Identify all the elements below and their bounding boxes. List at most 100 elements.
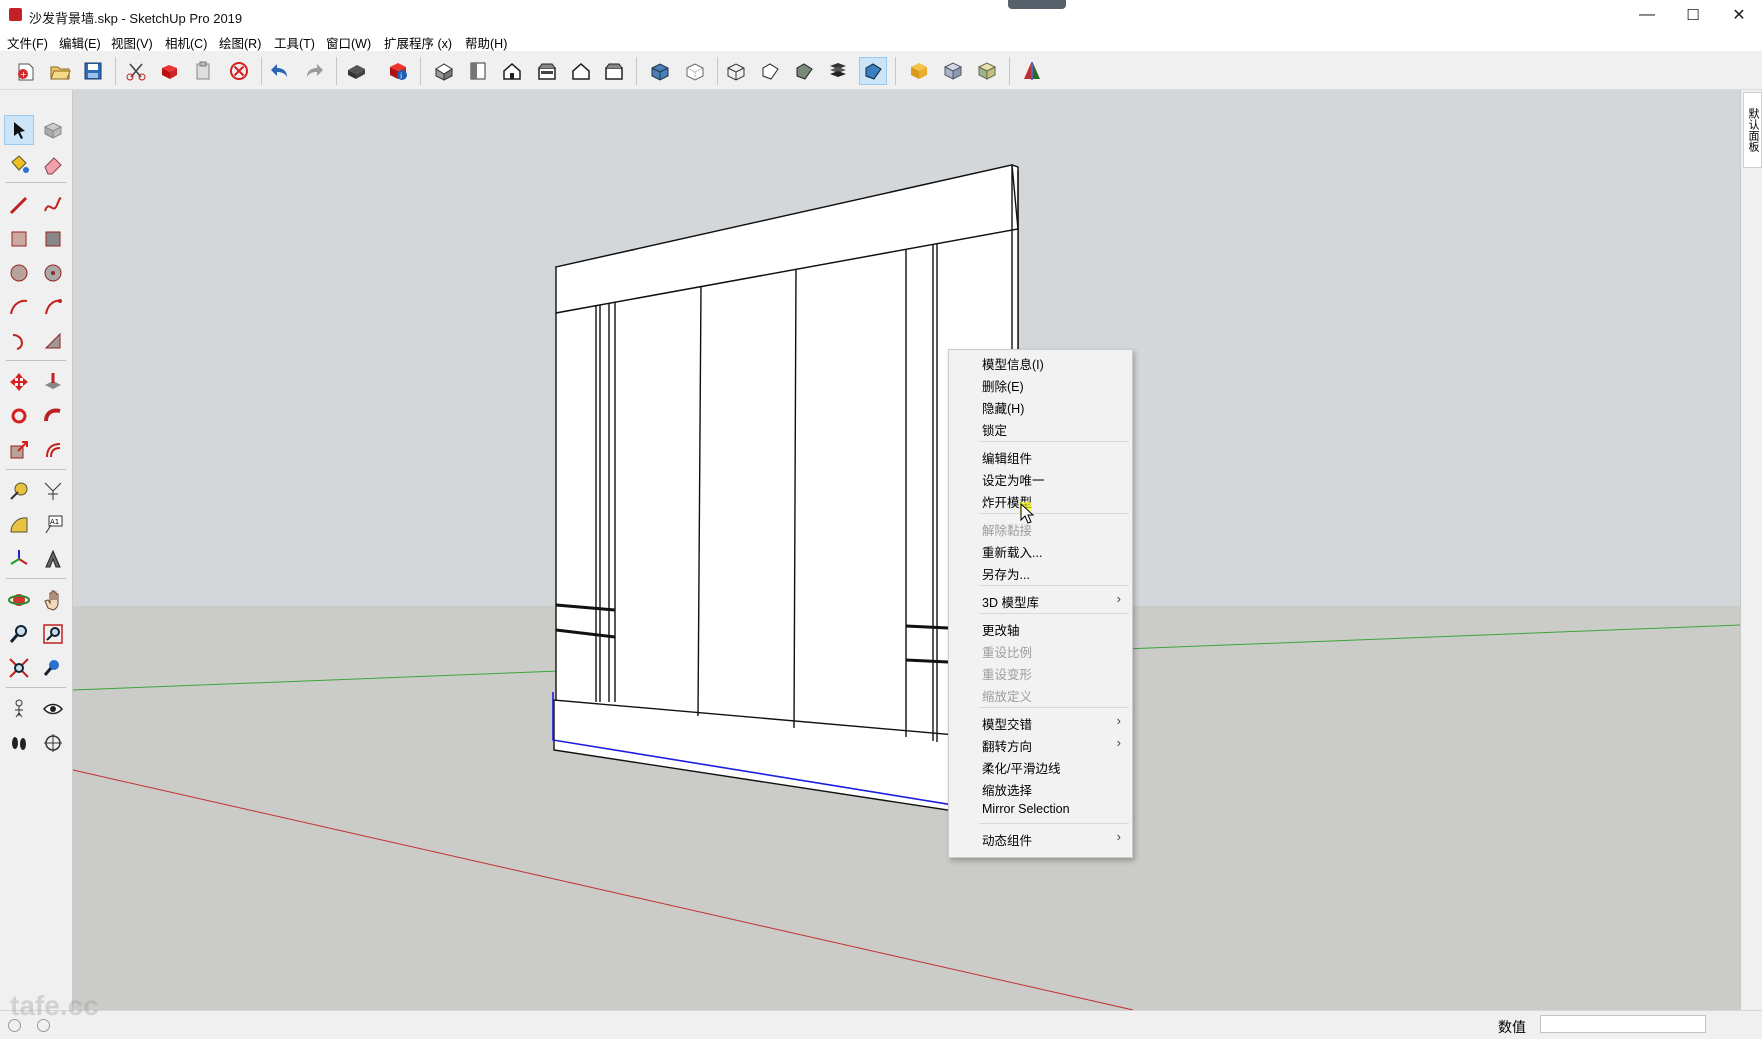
context-menu-item[interactable]: 缩放选择 [950,777,1131,798]
freehand-icon[interactable] [39,191,67,219]
context-menu-item[interactable]: 另存为... [950,561,1131,582]
component-icon[interactable] [39,116,67,144]
measurements-input[interactable] [1540,1015,1706,1033]
default-tray-tab[interactable]: 默认面板 [1743,92,1762,168]
context-menu-separator [979,707,1129,708]
protractor-icon[interactable] [5,511,33,539]
context-menu-item-label: 缩放选择 [982,784,1033,798]
polygon-icon[interactable] [39,259,67,287]
position-camera-icon[interactable] [5,695,33,723]
pan-icon[interactable] [39,586,67,614]
tape-measure-icon[interactable] [5,477,33,505]
shaded-icon[interactable] [791,58,817,84]
paint-bucket-icon[interactable] [5,150,33,178]
drawing-viewport[interactable] [73,90,1740,1010]
back-view-icon[interactable] [568,58,594,84]
dimension-icon[interactable] [39,477,67,505]
right-view-icon[interactable] [534,58,560,84]
maximize-button[interactable]: ☐ [1670,0,1716,30]
undo-icon[interactable] [267,58,293,84]
text-icon[interactable]: A1 [39,511,67,539]
zoom-icon[interactable] [5,620,33,648]
open-icon[interactable] [47,58,73,84]
menu-file[interactable]: 文件(F) [7,33,48,52]
pie-icon[interactable] [39,327,67,355]
wireframe-icon[interactable] [723,58,749,84]
zoom-extents-icon[interactable] [5,654,33,682]
context-menu-item[interactable]: 翻转方向 › [950,733,1131,754]
context-menu-item-label: 重新载入... [982,546,1043,560]
minimize-button[interactable]: — [1624,0,1670,30]
context-menu-item[interactable]: 模型信息(I) [950,351,1131,372]
line-icon[interactable] [5,191,33,219]
erase-icon[interactable] [226,58,252,84]
follow-me-icon[interactable] [39,402,67,430]
measurements-label: 数值 [1498,1019,1526,1035]
context-menu-item[interactable]: 动态组件 › [950,827,1131,848]
rotate-icon[interactable] [5,402,33,430]
select-icon[interactable] [4,115,34,145]
scale-icon[interactable] [5,436,33,464]
3d-text-icon[interactable] [39,545,67,573]
menu-window[interactable]: 窗口(W) [326,33,371,52]
context-menu-item[interactable]: 更改轴 [950,617,1131,638]
push-pull-icon[interactable] [39,368,67,396]
two-point-arc-icon[interactable] [39,293,67,321]
layout-icon[interactable] [974,58,1000,84]
circle-icon[interactable] [5,259,33,287]
new-icon[interactable]: + [13,58,39,84]
orbit-icon[interactable] [5,586,33,614]
menu-tools[interactable]: 工具(T) [274,33,315,52]
xray-icon[interactable] [647,58,673,84]
rectangle-icon[interactable] [5,225,33,253]
context-menu-item[interactable]: 删除(E) [950,373,1131,394]
top-view-icon[interactable] [465,58,491,84]
look-around-icon[interactable] [39,695,67,723]
context-menu-item[interactable]: 3D 模型库 › [950,589,1131,610]
context-menu-item[interactable]: Mirror Selection [950,799,1131,820]
model-info-icon[interactable]: i [385,58,411,84]
context-menu-item[interactable]: 锁定 [950,417,1131,438]
cut-icon[interactable] [123,58,149,84]
context-menu-item[interactable]: 重新载入... [950,539,1131,560]
eraser-icon[interactable] [39,150,67,178]
walk-icon[interactable] [5,729,33,757]
iso-view-icon[interactable] [431,58,457,84]
context-menu-item[interactable]: 柔化/平滑边线 [950,755,1131,776]
window-grip[interactable] [1008,0,1066,9]
menu-camera[interactable]: 相机(C) [165,33,207,52]
copy-icon[interactable] [157,58,183,84]
save-icon[interactable] [80,58,106,84]
front-view-icon[interactable] [499,58,525,84]
redo-icon[interactable] [301,58,327,84]
context-menu-item[interactable]: 模型交错 › [950,711,1131,732]
axes-icon[interactable] [5,545,33,573]
menu-help[interactable]: 帮助(H) [465,33,507,52]
context-menu-item[interactable]: 设定为唯一 [950,467,1131,488]
offset-icon[interactable] [39,436,67,464]
move-icon[interactable] [5,368,33,396]
zoom-window-icon[interactable] [39,620,67,648]
print-icon[interactable] [343,58,369,84]
backedge-icon[interactable] [682,58,708,84]
shaded-texture-icon[interactable] [825,58,851,84]
context-menu-item[interactable]: 编辑组件 [950,445,1131,466]
arc-icon[interactable] [5,293,33,321]
warehouse-icon[interactable] [906,58,932,84]
extension-warehouse-icon[interactable] [940,58,966,84]
section-plane-icon[interactable] [39,729,67,757]
menu-extensions[interactable]: 扩展程序 (x) [384,33,452,52]
hidden-line-icon[interactable] [757,58,783,84]
three-point-arc-icon[interactable] [5,327,33,355]
context-menu-item[interactable]: 隐藏(H) [950,395,1131,416]
previous-view-icon[interactable] [39,654,67,682]
close-button[interactable]: ✕ [1716,0,1762,30]
menu-edit[interactable]: 编辑(E) [59,33,101,52]
rotated-rectangle-icon[interactable] [39,225,67,253]
paste-icon[interactable] [190,58,216,84]
menu-view[interactable]: 视图(V) [111,33,153,52]
menu-draw[interactable]: 绘图(R) [219,33,261,52]
left-view-icon[interactable] [601,58,627,84]
monochrome-icon[interactable] [859,57,887,85]
section-icon[interactable] [1019,58,1045,84]
